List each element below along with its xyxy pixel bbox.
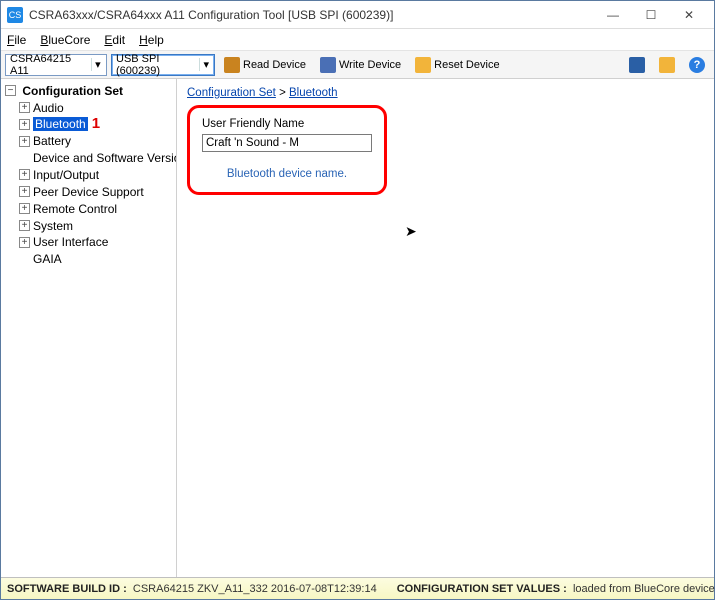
maximize-button[interactable]: ☐	[632, 3, 670, 27]
tree-collapse-icon[interactable]: −	[5, 85, 16, 96]
tree-expand-icon[interactable]: +	[19, 220, 30, 231]
tree-leaf-icon	[19, 254, 30, 265]
open-button[interactable]	[654, 55, 680, 75]
write-icon	[320, 57, 336, 73]
tree-expand-icon[interactable]: +	[19, 169, 30, 180]
reset-device-button[interactable]: Reset Device	[410, 55, 504, 75]
device-type-combo[interactable]: CSRA64215 A11 ▾	[5, 54, 107, 76]
app-icon: CS	[7, 7, 23, 23]
tree-expand-icon[interactable]: +	[19, 237, 30, 248]
tree-item-ui[interactable]: User Interface	[33, 235, 108, 249]
status-config-value: loaded from BlueCore device	[573, 583, 715, 595]
sidebar-tree: − Configuration Set +Audio +Bluetooth1 +…	[1, 79, 177, 577]
breadcrumb-root[interactable]: Configuration Set	[187, 87, 276, 99]
friendly-name-desc: Bluetooth device name.	[202, 168, 372, 180]
main-area: − Configuration Set +Audio +Bluetooth1 +…	[1, 79, 714, 577]
save-icon	[629, 57, 645, 73]
folder-open-icon	[659, 57, 675, 73]
tree-expand-icon[interactable]: +	[19, 136, 30, 147]
content-pane: Configuration Set > Bluetooth User Frien…	[177, 79, 714, 577]
folder-icon	[415, 57, 431, 73]
annotation-1: 1	[92, 115, 100, 132]
tree-leaf-icon	[19, 153, 30, 164]
read-device-button[interactable]: Read Device	[219, 55, 311, 75]
minimize-button[interactable]: —	[594, 3, 632, 27]
tree-expand-icon[interactable]: +	[19, 186, 30, 197]
status-build-value: CSRA64215 ZKV_A11_332 2016-07-08T12:39:1…	[133, 583, 377, 595]
menu-bar: File BlueCore Edit Help	[1, 29, 714, 51]
tree-item-bluetooth[interactable]: Bluetooth	[33, 117, 88, 131]
tree-item-device-version[interactable]: Device and Software Version	[33, 151, 177, 165]
friendly-name-input[interactable]	[202, 134, 372, 152]
menu-help[interactable]: Help	[139, 33, 164, 47]
bluetooth-panel: User Friendly Name Bluetooth device name…	[187, 105, 387, 195]
tree-item-battery[interactable]: Battery	[33, 134, 71, 148]
menu-file[interactable]: File	[7, 33, 26, 47]
tree-expand-icon[interactable]: +	[19, 203, 30, 214]
tree-item-audio[interactable]: Audio	[33, 101, 64, 115]
device-type-value: CSRA64215 A11	[10, 53, 88, 77]
help-button[interactable]: ?	[684, 55, 710, 75]
mouse-cursor-icon: ➤	[405, 223, 417, 240]
tree-item-system[interactable]: System	[33, 218, 73, 232]
tree-expand-icon[interactable]: +	[19, 119, 30, 130]
status-config: CONFIGURATION SET VALUES : loaded from B…	[397, 583, 715, 595]
connection-combo[interactable]: USB SPI (600239) ▾	[111, 54, 215, 76]
chevron-down-icon: ▾	[199, 58, 212, 71]
help-icon: ?	[689, 57, 705, 73]
read-device-label: Read Device	[243, 59, 306, 71]
status-build: SOFTWARE BUILD ID : CSRA64215 ZKV_A11_33…	[7, 583, 377, 595]
status-config-label: CONFIGURATION SET VALUES :	[397, 583, 567, 595]
window-title: CSRA63xxx/CSRA64xxx A11 Configuration To…	[29, 8, 594, 22]
breadcrumb-sep: >	[276, 87, 289, 99]
menu-bluecore[interactable]: BlueCore	[40, 33, 90, 47]
breadcrumb-current[interactable]: Bluetooth	[289, 87, 338, 99]
tree-item-remote[interactable]: Remote Control	[33, 202, 117, 216]
tree-item-gaia[interactable]: GAIA	[33, 252, 62, 266]
binoculars-icon	[224, 57, 240, 73]
tree-expand-icon[interactable]: +	[19, 102, 30, 113]
tree-item-peer[interactable]: Peer Device Support	[33, 185, 144, 199]
friendly-name-label: User Friendly Name	[202, 118, 372, 130]
reset-device-label: Reset Device	[434, 59, 499, 71]
menu-edit[interactable]: Edit	[104, 33, 125, 47]
close-button[interactable]: ✕	[670, 3, 708, 27]
title-bar: CS CSRA63xxx/CSRA64xxx A11 Configuration…	[1, 1, 714, 29]
tree-root[interactable]: Configuration Set	[22, 84, 123, 98]
breadcrumb: Configuration Set > Bluetooth	[187, 87, 704, 99]
save-button[interactable]	[624, 55, 650, 75]
status-bar: SOFTWARE BUILD ID : CSRA64215 ZKV_A11_33…	[1, 577, 714, 599]
chevron-down-icon: ▾	[91, 58, 104, 71]
toolbar: CSRA64215 A11 ▾ USB SPI (600239) ▾ Read …	[1, 51, 714, 79]
tree-item-io[interactable]: Input/Output	[33, 168, 99, 182]
connection-value: USB SPI (600239)	[116, 53, 196, 77]
write-device-label: Write Device	[339, 59, 401, 71]
write-device-button[interactable]: Write Device	[315, 55, 406, 75]
status-build-label: SOFTWARE BUILD ID :	[7, 583, 127, 595]
